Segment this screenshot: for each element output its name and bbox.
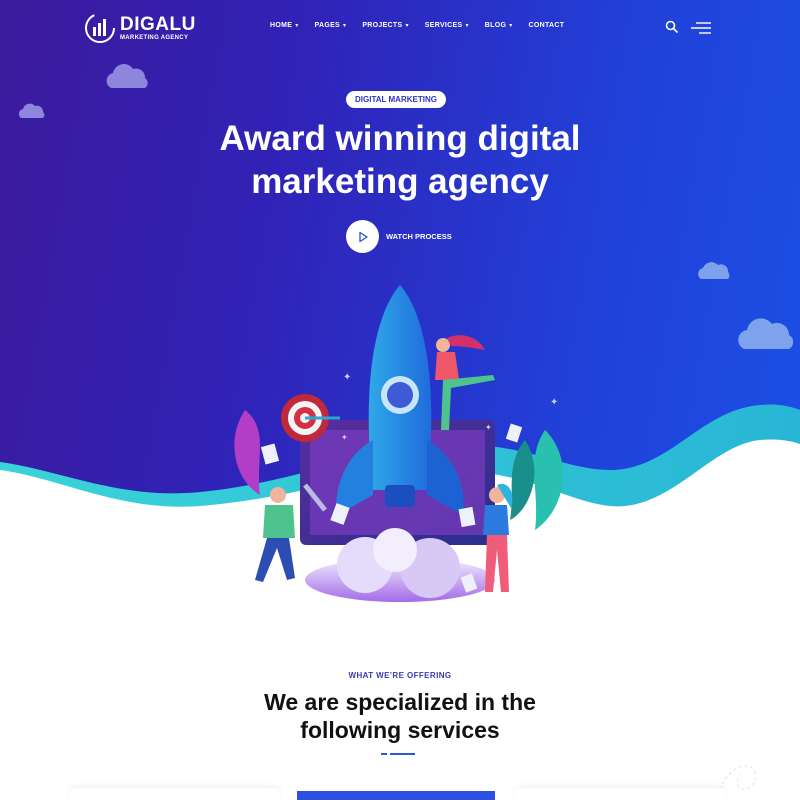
nav-label: PAGES (314, 22, 341, 29)
title-line: following services (300, 717, 500, 743)
play-icon (358, 231, 368, 242)
cloud-icon (106, 64, 148, 88)
svg-text:✦: ✦ (550, 397, 558, 408)
nav-item-contact[interactable]: CONTACT (529, 22, 565, 29)
brand-name: DIGALU (120, 13, 196, 35)
cloud-icon (698, 262, 730, 279)
underline-dot (381, 753, 387, 755)
chevron-down-icon: ▾ (343, 23, 347, 29)
rocket-launch-illustration: ✦ ✦ ✦ ✦ (234, 285, 564, 602)
chevron-down-icon: ▾ (465, 23, 469, 29)
section-eyebrow: WHAT WE’RE OFFERING (348, 671, 452, 680)
hero-badge[interactable]: DIGITAL MARKETING (346, 91, 446, 108)
cloud-icon (18, 103, 45, 118)
service-card[interactable] (70, 788, 280, 800)
underline-bar (390, 753, 415, 755)
nav-label: PROJECTS (362, 22, 403, 29)
chevron-down-icon: ▾ (405, 23, 409, 29)
hamburger-menu-icon[interactable] (690, 21, 712, 35)
nav-label: BLOG (484, 22, 507, 29)
nav-item-pages[interactable]: PAGES ▾ (315, 22, 347, 29)
headline-line: Award winning digital (219, 119, 581, 158)
nav-item-home[interactable]: HOME ▾ (270, 22, 299, 29)
service-card[interactable] (515, 788, 725, 800)
title-underline (381, 753, 415, 755)
brand-logo[interactable]: DIGALU MARKETING AGENCY (84, 12, 196, 44)
hero-section: DIGALU MARKETING AGENCY HOME ▾ PAGES ▾ PRO… (0, 0, 800, 610)
nav-item-services[interactable]: SERVICES ▾ (425, 22, 469, 29)
main-nav: HOME ▾ PAGES ▾ PROJECTS ▾ SERVICES ▾ BLOG ▾ C… (270, 22, 580, 29)
service-card-active[interactable] (297, 791, 495, 800)
svg-text:✦: ✦ (343, 372, 351, 383)
logo-chart-icon (85, 13, 115, 43)
nav-label: CONTACT (528, 22, 565, 29)
svg-text:✦: ✦ (485, 423, 492, 432)
nav-item-projects[interactable]: PROJECTS ▾ (362, 22, 408, 29)
chevron-down-icon: ▾ (295, 23, 299, 29)
play-video-button[interactable] (346, 220, 379, 253)
nav-label: HOME (270, 22, 293, 29)
nav-label: SERVICES (424, 22, 463, 29)
hero-headline: Award winning digital marketing agency (150, 117, 650, 203)
chevron-down-icon: ▾ (509, 23, 513, 29)
search-icon[interactable] (665, 20, 679, 34)
headline-line: marketing agency (251, 162, 549, 201)
cloud-icon (738, 318, 794, 349)
nav-item-blog[interactable]: BLOG ▾ (485, 22, 513, 29)
title-line: We are specialized in the (264, 689, 536, 715)
section-title: We are specialized in the following serv… (200, 688, 600, 744)
brand-tagline: MARKETING AGENCY (120, 34, 189, 41)
watch-process-link[interactable]: WATCH PROCESS (386, 232, 452, 241)
svg-text:✦: ✦ (341, 433, 348, 442)
